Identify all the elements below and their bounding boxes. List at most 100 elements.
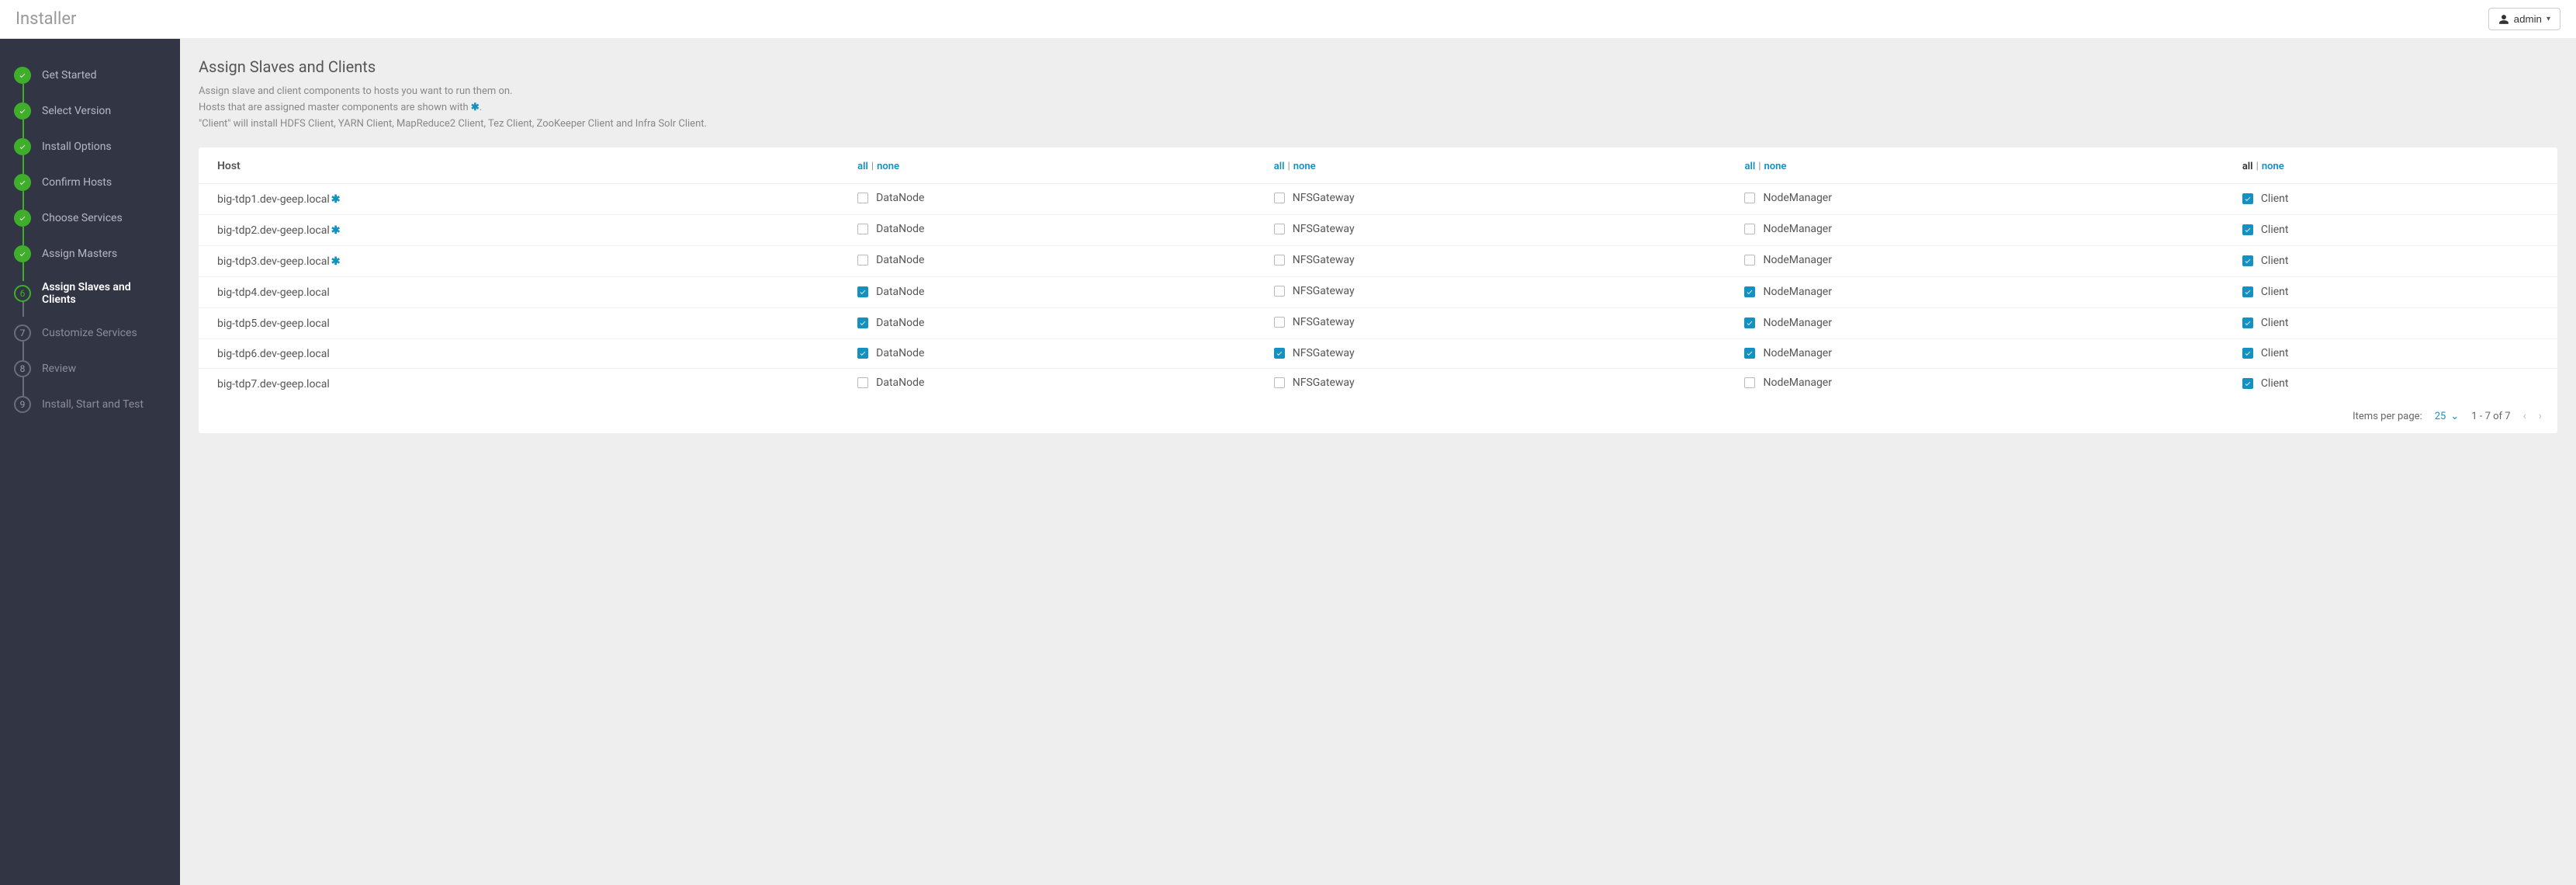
checkbox-nodemanager[interactable] bbox=[1744, 318, 1755, 328]
page-title: Assign Slaves and Clients bbox=[199, 57, 2557, 76]
checkbox-nfsgateway[interactable] bbox=[1274, 255, 1285, 266]
step-indicator: 6 bbox=[14, 285, 31, 302]
checkbox-label-client: Client bbox=[2261, 255, 2289, 267]
select-none-nfsgateway[interactable]: none bbox=[1293, 161, 1316, 172]
step-indicator: 7 bbox=[14, 324, 31, 342]
cell-datanode: DataNode bbox=[839, 277, 1255, 308]
step-label: Select Version bbox=[42, 105, 111, 117]
select-none-datanode[interactable]: none bbox=[877, 161, 899, 172]
checkbox-datanode[interactable] bbox=[857, 377, 868, 388]
checkbox-label-client: Client bbox=[2261, 317, 2289, 329]
checkbox-nodemanager[interactable] bbox=[1744, 255, 1755, 266]
checkbox-nfsgateway[interactable] bbox=[1274, 286, 1285, 297]
wizard-step-5[interactable]: Choose Services bbox=[0, 200, 180, 236]
cell-nodemanager: NodeManager bbox=[1726, 246, 2223, 277]
pager-prev-button[interactable]: ‹ bbox=[2523, 410, 2526, 422]
checkbox-datanode[interactable] bbox=[857, 224, 868, 234]
step-label: Confirm Hosts bbox=[42, 176, 112, 189]
check-icon bbox=[1746, 319, 1754, 327]
page-description: Assign slave and client components to ho… bbox=[199, 84, 2557, 132]
checkbox-nodemanager[interactable] bbox=[1744, 348, 1755, 359]
checkbox-nodemanager[interactable] bbox=[1744, 377, 1755, 388]
checkbox-client[interactable] bbox=[2242, 318, 2253, 328]
col-header-nfsgateway: all|none bbox=[1255, 148, 1726, 184]
wizard-step-2[interactable]: Select Version bbox=[0, 93, 180, 129]
checkbox-client[interactable] bbox=[2242, 286, 2253, 297]
wizard-step-7[interactable]: 6Assign Slaves and Clients bbox=[0, 272, 180, 315]
checkbox-datanode[interactable] bbox=[857, 318, 868, 328]
cell-nfsgateway: NFSGateway bbox=[1255, 246, 1726, 277]
step-label: Customize Services bbox=[42, 327, 137, 339]
checkbox-nfsgateway[interactable] bbox=[1274, 224, 1285, 234]
checkbox-label-datanode: DataNode bbox=[876, 223, 924, 235]
wizard-step-3[interactable]: Install Options bbox=[0, 129, 180, 165]
check-icon bbox=[1746, 288, 1754, 296]
cell-nfsgateway: NFSGateway bbox=[1255, 308, 1726, 339]
cell-nfsgateway: NFSGateway bbox=[1255, 277, 1726, 308]
step-indicator bbox=[14, 245, 31, 262]
checkbox-client[interactable] bbox=[2242, 348, 2253, 359]
host-name: big-tdp4.dev-geep.local bbox=[217, 286, 330, 299]
checkbox-nfsgateway[interactable] bbox=[1274, 348, 1285, 359]
cell-nodemanager: NodeManager bbox=[1726, 369, 2223, 400]
step-label: Assign Masters bbox=[42, 248, 117, 260]
pager-next-button[interactable]: › bbox=[2539, 410, 2542, 422]
select-all-datanode[interactable]: all bbox=[857, 161, 868, 172]
checkbox-nfsgateway[interactable] bbox=[1274, 193, 1285, 203]
cell-client: Client bbox=[2224, 215, 2557, 246]
check-icon bbox=[19, 107, 26, 115]
cell-nfsgateway: NFSGateway bbox=[1255, 184, 1726, 215]
pager: Items per page: 25 ⌄ 1 - 7 of 7 ‹› bbox=[199, 399, 2557, 433]
check-icon bbox=[1746, 349, 1754, 357]
wizard-step-6[interactable]: Assign Masters bbox=[0, 236, 180, 272]
checkbox-label-datanode: DataNode bbox=[876, 286, 924, 298]
wizard-step-4[interactable]: Confirm Hosts bbox=[0, 165, 180, 200]
col-header-host: Host bbox=[199, 148, 839, 184]
checkbox-datanode[interactable] bbox=[857, 286, 868, 297]
master-asterisk-icon: ✱ bbox=[331, 193, 341, 206]
table-row: big-tdp7.dev-geep.localDataNodeNFSGatewa… bbox=[199, 369, 2557, 400]
checkbox-datanode[interactable] bbox=[857, 193, 868, 203]
checkbox-client[interactable] bbox=[2242, 378, 2253, 389]
cell-nodemanager: NodeManager bbox=[1726, 184, 2223, 215]
user-menu-button[interactable]: admin ▾ bbox=[2488, 8, 2560, 30]
select-none-nodemanager[interactable]: none bbox=[1764, 161, 1786, 172]
checkbox-client[interactable] bbox=[2242, 224, 2253, 235]
checkbox-client[interactable] bbox=[2242, 255, 2253, 266]
wizard-step-1[interactable]: Get Started bbox=[0, 57, 180, 93]
desc-line-2: Hosts that are assigned master component… bbox=[199, 100, 2557, 116]
checkbox-datanode[interactable] bbox=[857, 255, 868, 266]
items-per-page-select[interactable]: 25 ⌄ bbox=[2435, 411, 2460, 422]
checkbox-client[interactable] bbox=[2242, 193, 2253, 204]
check-icon bbox=[2244, 319, 2252, 327]
master-asterisk-icon: ✱ bbox=[331, 224, 341, 237]
checkbox-nodemanager[interactable] bbox=[1744, 193, 1755, 203]
checkbox-nfsgateway[interactable] bbox=[1274, 377, 1285, 388]
chevron-down-icon: ⌄ bbox=[2450, 411, 2459, 422]
select-all-nodemanager[interactable]: all bbox=[1744, 161, 1755, 172]
select-all-client[interactable]: all bbox=[2242, 161, 2253, 172]
checkbox-label-datanode: DataNode bbox=[876, 254, 924, 266]
desc-line-1: Assign slave and client components to ho… bbox=[199, 84, 2557, 100]
check-icon bbox=[859, 349, 867, 357]
main-content: Assign Slaves and Clients Assign slave a… bbox=[180, 39, 2576, 885]
checkbox-nfsgateway[interactable] bbox=[1274, 317, 1285, 328]
step-connector bbox=[23, 120, 24, 138]
cell-client: Client bbox=[2224, 277, 2557, 308]
host-cell: big-tdp2.dev-geep.local✱ bbox=[199, 215, 839, 246]
select-none-client[interactable]: none bbox=[2262, 161, 2284, 172]
checkbox-label-nodemanager: NodeManager bbox=[1763, 286, 1832, 298]
checkbox-label-nodemanager: NodeManager bbox=[1763, 223, 1832, 235]
cell-datanode: DataNode bbox=[839, 246, 1255, 277]
col-header-datanode: all|none bbox=[839, 148, 1255, 184]
cell-datanode: DataNode bbox=[839, 215, 1255, 246]
checkbox-nodemanager[interactable] bbox=[1744, 224, 1755, 234]
checkbox-nodemanager[interactable] bbox=[1744, 286, 1755, 297]
checkbox-datanode[interactable] bbox=[857, 348, 868, 359]
checkbox-label-nfsgateway: NFSGateway bbox=[1293, 223, 1355, 235]
select-all-nfsgateway[interactable]: all bbox=[1274, 161, 1285, 172]
checkbox-label-nfsgateway: NFSGateway bbox=[1293, 285, 1355, 297]
check-icon bbox=[2244, 257, 2252, 265]
cell-client: Client bbox=[2224, 246, 2557, 277]
checkbox-label-datanode: DataNode bbox=[876, 347, 924, 359]
